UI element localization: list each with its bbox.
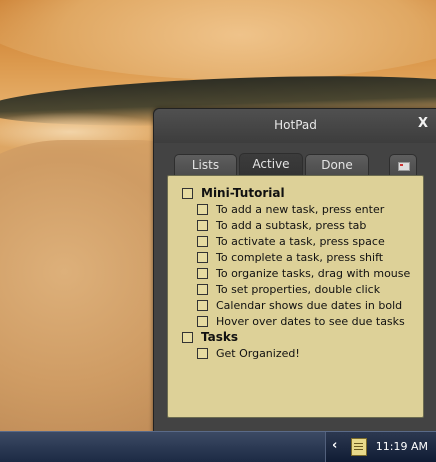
task-row[interactable]: To activate a task, press space	[197, 234, 385, 248]
task-label: To add a new task, press enter	[216, 202, 385, 216]
system-tray: ‹ 11:19 AM	[325, 432, 436, 462]
tab-active[interactable]: Active	[239, 153, 303, 177]
task-label: To complete a task, press shift	[216, 250, 384, 264]
taskbar: ‹ 11:19 AM	[0, 431, 436, 462]
task-row[interactable]: Calendar shows due dates in bold	[197, 298, 402, 312]
task-label: To add a subtask, press tab	[216, 218, 367, 232]
task-checkbox[interactable]	[182, 331, 193, 343]
calendar-tab-button[interactable]	[389, 154, 417, 177]
task-checkbox[interactable]	[197, 267, 208, 279]
window-title: HotPad	[274, 118, 317, 132]
task-label: Mini-Tutorial	[201, 186, 285, 200]
task-checkbox[interactable]	[197, 315, 208, 327]
task-label: To organize tasks, drag with mouse	[216, 266, 411, 280]
task-row[interactable]: To complete a task, press shift	[197, 250, 383, 264]
hotpad-window: HotPad X Lists Active Done Mini-Tutorial…	[153, 108, 436, 433]
task-row[interactable]: To organize tasks, drag with mouse	[197, 266, 410, 280]
wallpaper-dune	[0, 0, 436, 80]
calendar-icon	[398, 162, 410, 171]
task-label: To set properties, double click	[216, 282, 381, 296]
task-row[interactable]: Mini-Tutorial	[182, 186, 285, 200]
task-row[interactable]: Hover over dates to see due tasks	[197, 314, 405, 328]
task-checkbox[interactable]	[182, 187, 193, 199]
task-checkbox[interactable]	[197, 203, 208, 215]
task-row[interactable]: Get Organized!	[197, 346, 300, 360]
task-row[interactable]: Tasks	[182, 330, 238, 344]
task-row[interactable]: To add a subtask, press tab	[197, 218, 366, 232]
tab-lists[interactable]: Lists	[174, 154, 237, 177]
task-checkbox[interactable]	[197, 219, 208, 231]
task-list: Mini-Tutorial To add a new task, press e…	[167, 175, 424, 418]
task-label: Calendar shows due dates in bold	[216, 298, 403, 312]
notepad-icon[interactable]	[351, 438, 367, 456]
task-row[interactable]: To set properties, double click	[197, 282, 380, 296]
task-checkbox[interactable]	[197, 299, 208, 311]
task-checkbox[interactable]	[197, 235, 208, 247]
tray-clock[interactable]: 11:19 AM	[376, 440, 428, 453]
task-checkbox[interactable]	[197, 347, 208, 359]
task-checkbox[interactable]	[197, 283, 208, 295]
task-label: Get Organized!	[216, 346, 300, 360]
task-checkbox[interactable]	[197, 251, 208, 263]
task-label: Tasks	[201, 330, 239, 344]
chevron-left-icon[interactable]: ‹	[332, 438, 337, 453]
task-label: To activate a task, press space	[216, 234, 385, 248]
tab-done[interactable]: Done	[305, 154, 369, 177]
close-button[interactable]: X	[418, 116, 428, 131]
window-titlebar[interactable]: HotPad X	[154, 109, 436, 143]
task-label: Hover over dates to see due tasks	[216, 314, 405, 328]
task-row[interactable]: To add a new task, press enter	[197, 202, 384, 216]
